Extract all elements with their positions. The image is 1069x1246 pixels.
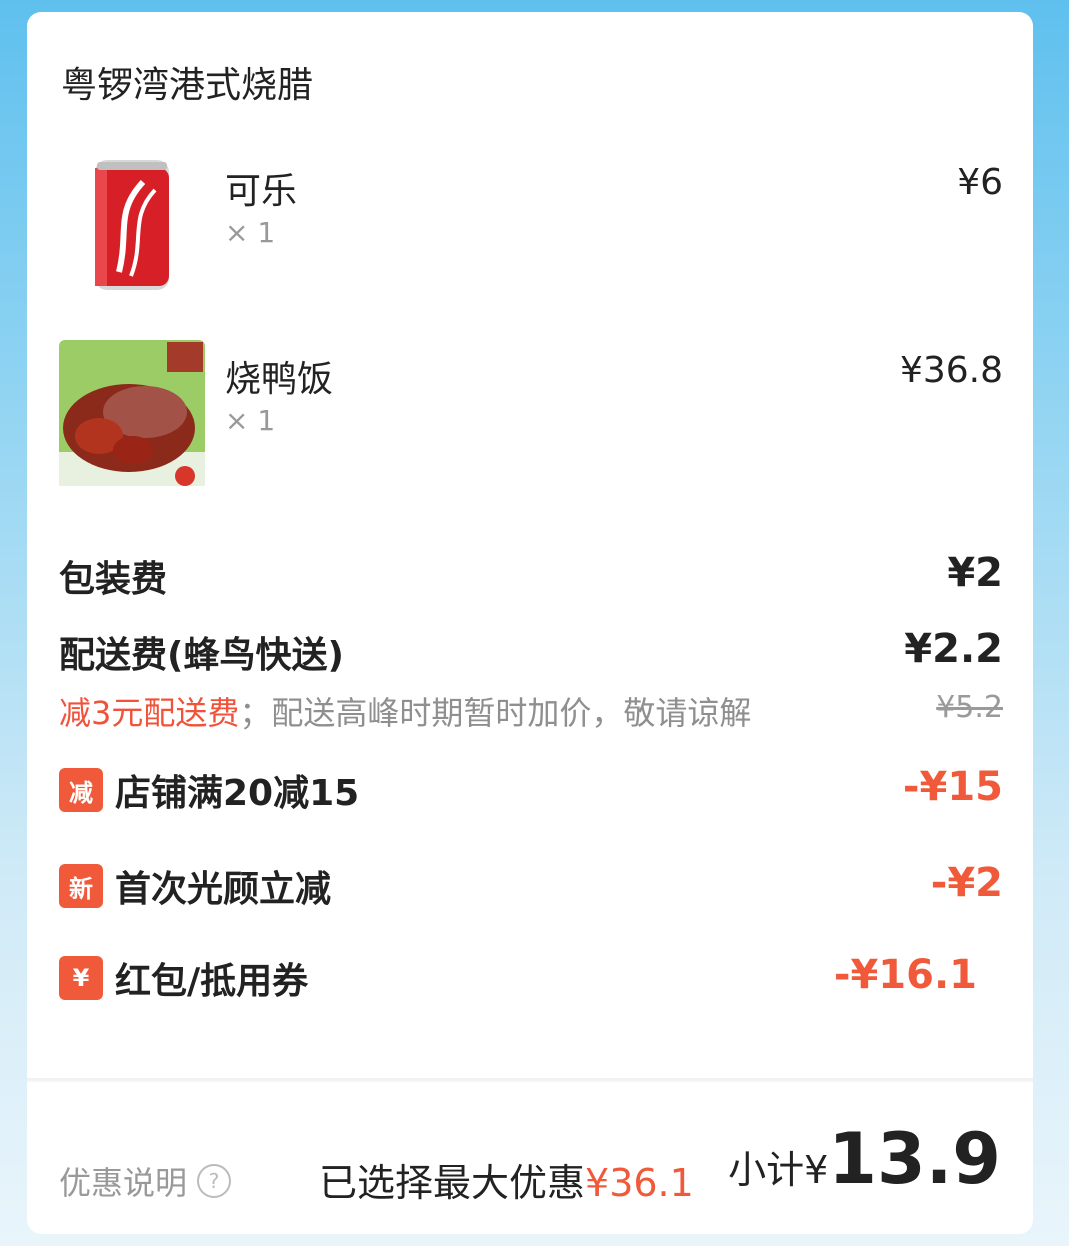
coupon-badge: ¥ xyxy=(59,956,103,1000)
item-quantity: × 1 xyxy=(225,216,276,249)
delivery-fee-note: 减3元配送费；配送高峰时期暂时加价，敬请谅解 ¥5.2 xyxy=(59,688,1003,734)
item-price: ¥6 xyxy=(957,162,1003,203)
question-circle-icon[interactable]: ? xyxy=(197,1164,232,1198)
roast-duck-image xyxy=(59,340,205,486)
new-customer-badge: 新 xyxy=(59,864,103,908)
item-name: 可乐 xyxy=(225,171,298,212)
order-footer: 优惠说明 ? 已选择最大优惠¥36.1 小计¥13.9 xyxy=(27,1082,1033,1232)
coupon-value: -¥16.1 xyxy=(833,952,977,998)
delivery-fee-label: 配送费(蜂鸟快送) xyxy=(59,635,344,676)
discount-row: 减 店铺满20减15 -¥15 xyxy=(59,764,1003,818)
discount-row: 新 首次光顾立减 -¥2 xyxy=(59,860,1003,914)
delivery-fee-value: ¥2.2 xyxy=(904,626,1003,672)
surge-pricing-text: ；配送高峰时期暂时加价，敬请谅解 xyxy=(239,694,752,732)
item-price: ¥36.8 xyxy=(899,350,1003,391)
delivery-fee-row: 配送费(蜂鸟快送) ¥2.2 xyxy=(59,626,1003,676)
discount-label: 首次光顾立减 xyxy=(115,869,332,910)
order-summary-card: 粤锣湾港式烧腊 可乐 × 1 ¥6 烧鸭饭 × 1 ¥36.8 包装费 ¥2 配… xyxy=(27,12,1033,1234)
coupon-label: 红包/抵用券 xyxy=(115,961,309,1002)
packaging-fee-label: 包装费 xyxy=(59,559,168,600)
packaging-fee-row: 包装费 ¥2 xyxy=(59,550,1003,600)
shop-name[interactable]: 粤锣湾港式烧腊 xyxy=(61,56,313,108)
discount-value: -¥15 xyxy=(902,764,1003,810)
cola-can-image xyxy=(59,152,205,298)
discount-help-label: 优惠说明 xyxy=(59,1164,188,1202)
discount-label: 店铺满20减15 xyxy=(115,773,360,814)
subtotal: 小计¥13.9 xyxy=(728,1118,1001,1200)
item-name: 烧鸭饭 xyxy=(225,359,334,400)
order-item: 烧鸭饭 × 1 ¥36.8 xyxy=(59,340,1003,490)
max-discount-text: 已选择最大优惠¥36.1 xyxy=(319,1152,694,1207)
max-discount-value: ¥36.1 xyxy=(585,1161,694,1205)
packaging-fee-value: ¥2 xyxy=(947,550,1003,596)
original-delivery-fee: ¥5.2 xyxy=(936,690,1003,725)
coupon-row[interactable]: ¥ 红包/抵用券 -¥16.1 xyxy=(59,952,1003,1006)
order-item: 可乐 × 1 ¥6 xyxy=(59,152,1003,302)
subtotal-value: 13.9 xyxy=(828,1118,1001,1200)
subtotal-label: 小计¥ xyxy=(728,1148,829,1192)
item-quantity: × 1 xyxy=(225,404,276,437)
delivery-discount-text: 减3元配送费 xyxy=(59,694,240,732)
discount-value: -¥2 xyxy=(930,860,1003,906)
discount-badge: 减 xyxy=(59,768,103,812)
discount-help-link[interactable]: 优惠说明 ? xyxy=(59,1158,232,1204)
max-discount-label: 已选择最大优惠 xyxy=(319,1161,586,1205)
